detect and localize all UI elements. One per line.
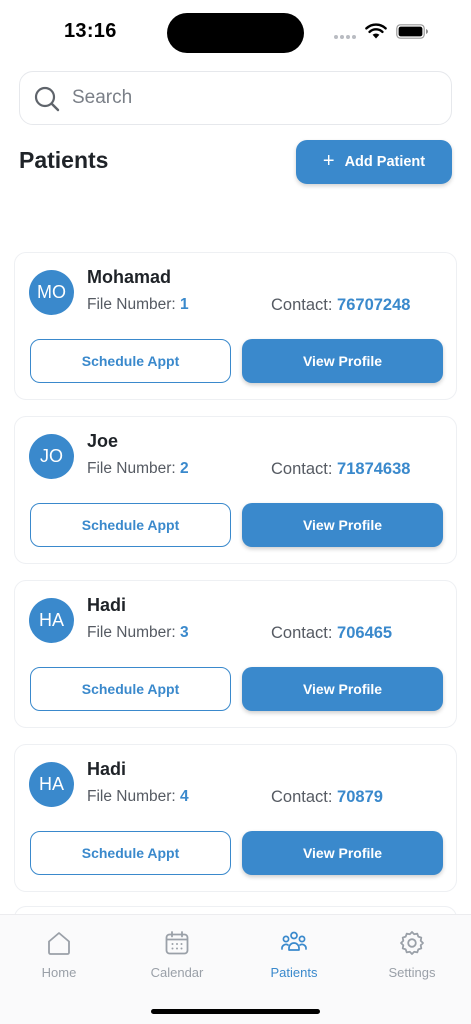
contact-value[interactable]: 71874638 <box>337 460 410 478</box>
wifi-icon <box>365 23 387 39</box>
file-number-label: File Number: <box>87 460 176 477</box>
contact-label: Contact: <box>271 624 333 642</box>
patient-name: Mohamad <box>87 267 172 287</box>
cellular-signal-icon <box>334 35 356 39</box>
tab-calendar[interactable]: Calendar <box>127 929 227 980</box>
view-profile-button[interactable]: View Profile <box>242 831 443 875</box>
file-number: File Number: 1 <box>87 296 189 314</box>
schedule-appt-button[interactable]: Schedule Appt <box>30 339 231 383</box>
contact-label: Contact: <box>271 788 333 806</box>
status-bar: 13:16 <box>0 0 471 62</box>
contact-value[interactable]: 70879 <box>337 788 383 806</box>
add-patient-label: Add Patient <box>344 154 426 170</box>
file-number: File Number: 4 <box>87 788 189 806</box>
contact: Contact: 70879 <box>271 788 383 807</box>
contact-label: Contact: <box>271 296 333 314</box>
patient-card: HA Hadi File Number: 4 Contact: 70879 Sc… <box>14 744 457 892</box>
contact-value[interactable]: 76707248 <box>337 296 410 314</box>
view-profile-button[interactable]: View Profile <box>242 503 443 547</box>
contact: Contact: 76707248 <box>271 296 410 315</box>
patient-name: Hadi <box>87 759 127 779</box>
bottom-tab-bar: Home Calendar Patients Settings <box>0 914 471 1024</box>
tab-settings-label: Settings <box>388 965 436 980</box>
file-number-value: 3 <box>180 624 189 641</box>
tab-calendar-label: Calendar <box>150 965 204 980</box>
battery-icon <box>396 24 428 39</box>
home-indicator <box>151 1009 320 1014</box>
view-profile-button[interactable]: View Profile <box>242 667 443 711</box>
schedule-appt-button[interactable]: Schedule Appt <box>30 831 231 875</box>
page-title: Patients <box>19 147 109 173</box>
tab-patients-label: Patients <box>270 965 318 980</box>
view-profile-button[interactable]: View Profile <box>242 339 443 383</box>
contact-label: Contact: <box>271 460 333 478</box>
file-number-label: File Number: <box>87 296 176 313</box>
file-number-value: 2 <box>180 460 189 477</box>
status-time: 13:16 <box>64 20 117 42</box>
gear-icon <box>400 931 424 955</box>
search-bar[interactable] <box>19 71 452 125</box>
file-number: File Number: 2 <box>87 460 189 478</box>
add-patient-button[interactable]: + Add Patient <box>296 140 452 184</box>
file-number-label: File Number: <box>87 624 176 641</box>
file-number: File Number: 3 <box>87 624 189 642</box>
avatar: MO <box>29 270 74 315</box>
avatar: JO <box>29 434 74 479</box>
search-input[interactable] <box>72 72 432 124</box>
patient-name: Joe <box>87 431 119 451</box>
home-icon <box>48 932 70 955</box>
schedule-appt-button[interactable]: Schedule Appt <box>30 503 231 547</box>
schedule-appt-button[interactable]: Schedule Appt <box>30 667 231 711</box>
search-icon <box>34 86 60 112</box>
tab-settings[interactable]: Settings <box>362 929 462 980</box>
patient-card: HA Hadi File Number: 3 Contact: 706465 S… <box>14 580 457 728</box>
avatar: HA <box>29 598 74 643</box>
patient-card: JO Joe File Number: 2 Contact: 71874638 … <box>14 416 457 564</box>
patient-name: Hadi <box>87 595 127 615</box>
tab-home[interactable]: Home <box>9 929 109 980</box>
dynamic-island <box>167 13 304 53</box>
contact-value[interactable]: 706465 <box>337 624 392 642</box>
patient-card: MO Mohamad File Number: 1 Contact: 76707… <box>14 252 457 400</box>
contact: Contact: 706465 <box>271 624 392 643</box>
patients-icon <box>281 931 307 951</box>
tab-home-label: Home <box>41 965 77 980</box>
file-number-value: 4 <box>180 788 189 805</box>
file-number-value: 1 <box>180 296 189 313</box>
calendar-icon <box>165 931 189 955</box>
file-number-label: File Number: <box>87 788 176 805</box>
plus-icon: + <box>322 150 335 172</box>
tab-patients[interactable]: Patients <box>244 929 344 980</box>
avatar: HA <box>29 762 74 807</box>
contact: Contact: 71874638 <box>271 460 410 479</box>
